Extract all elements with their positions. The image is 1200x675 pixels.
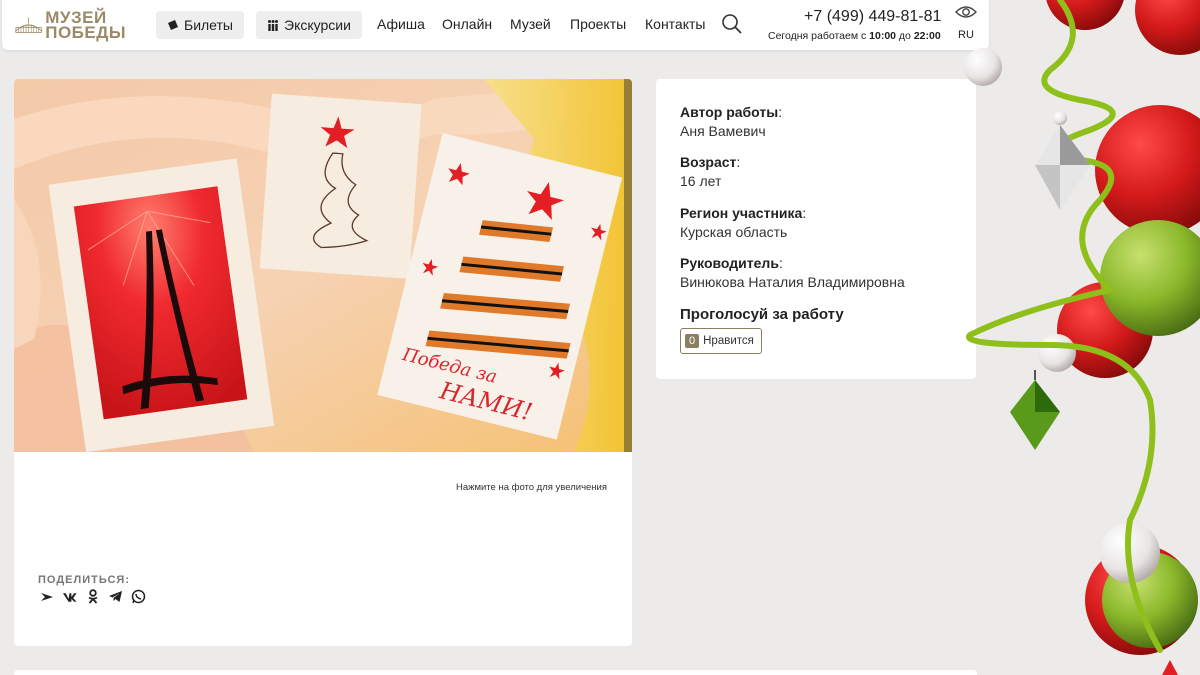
museum-logo[interactable]: МУЗЕЙ ПОБЕДЫ bbox=[14, 7, 126, 43]
hours-to: 22:00 bbox=[913, 30, 941, 42]
artwork-photo[interactable]: Победа за НАМИ! bbox=[14, 79, 632, 452]
site-header: МУЗЕЙ ПОБЕДЫ Билеты Экскурсии Афиша Онла… bbox=[2, 0, 989, 50]
red-ornament-top bbox=[1046, 0, 1124, 30]
excursions-button[interactable]: Экскурсии bbox=[256, 11, 362, 39]
region-field: Регион участника: Курская область bbox=[680, 205, 806, 240]
region-value: Курская область bbox=[680, 224, 788, 240]
artwork-card: Победа за НАМИ! Нажмите на фото для увел… bbox=[14, 79, 632, 646]
ok-icon[interactable] bbox=[85, 589, 100, 604]
share-label: ПОДЕЛИТЬСЯ: bbox=[38, 574, 130, 586]
nav-contacts[interactable]: Контакты bbox=[645, 16, 705, 32]
nav-online[interactable]: Онлайн bbox=[442, 16, 492, 32]
museum-building-icon bbox=[14, 17, 43, 34]
mentor-label-text: Руководитель bbox=[680, 255, 779, 271]
age-label-text: Возраст bbox=[680, 154, 737, 170]
group-people-icon bbox=[268, 20, 278, 31]
next-section-card bbox=[14, 670, 977, 675]
phone-number[interactable]: +7 (499) 449-81-81 bbox=[804, 8, 941, 26]
author-field: Автор работы: Аня Вамевич bbox=[680, 104, 782, 139]
artwork-info-card: Автор работы: Аня Вамевич Возраст: 16 ле… bbox=[656, 79, 976, 379]
author-colon: : bbox=[778, 104, 783, 120]
age-colon: : bbox=[736, 154, 741, 170]
logo-line-2: ПОБЕДЫ bbox=[45, 23, 126, 42]
silver-crystal-ornament bbox=[1035, 125, 1090, 210]
like-label: Нравится bbox=[703, 335, 754, 347]
age-field: Возраст: 16 лет bbox=[680, 154, 740, 189]
vk-icon[interactable] bbox=[62, 589, 77, 604]
share-buttons bbox=[39, 589, 146, 604]
christmas-decoration bbox=[964, 0, 1200, 675]
region-colon: : bbox=[802, 205, 807, 221]
mentor-colon: : bbox=[778, 255, 783, 271]
mentor-value: Винюкова Наталия Владимировна bbox=[680, 274, 905, 290]
telegram-icon[interactable] bbox=[108, 589, 123, 604]
region-label-text: Регион участника bbox=[680, 205, 803, 221]
white-bead bbox=[1053, 111, 1067, 125]
hours-mid: до bbox=[898, 30, 911, 42]
age-label: Возраст: bbox=[680, 154, 740, 170]
author-label-text: Автор работы bbox=[680, 104, 779, 120]
ticket-icon bbox=[168, 20, 178, 30]
excursions-label: Экскурсии bbox=[284, 17, 351, 33]
opening-hours: Сегодня работаем с 10:00 до 22:00 bbox=[768, 30, 941, 42]
author-label: Автор работы: bbox=[680, 104, 782, 120]
photo-zoom-hint: Нажмите на фото для увеличения bbox=[455, 482, 607, 493]
white-ornament-mid bbox=[1038, 334, 1076, 372]
red-ornament-corner bbox=[1135, 0, 1200, 55]
age-value: 16 лет bbox=[680, 173, 722, 189]
likes-count: 0 bbox=[685, 334, 700, 348]
nav-afisha[interactable]: Афиша bbox=[377, 16, 425, 32]
red-crystal-ornament bbox=[1162, 660, 1178, 675]
mentor-label: Руководитель: bbox=[680, 255, 905, 271]
whatsapp-icon[interactable] bbox=[131, 589, 146, 604]
search-icon[interactable] bbox=[721, 13, 743, 35]
nav-museum[interactable]: Музей bbox=[510, 16, 551, 32]
tickets-button[interactable]: Билеты bbox=[156, 11, 244, 39]
region-label: Регион участника: bbox=[680, 205, 806, 221]
yandex-icon[interactable] bbox=[39, 589, 54, 604]
logo-text: МУЗЕЙ ПОБЕДЫ bbox=[45, 9, 126, 42]
author-value: Аня Вамевич bbox=[680, 123, 766, 139]
mentor-field: Руководитель: Винюкова Наталия Владимиро… bbox=[680, 255, 905, 290]
tickets-label: Билеты bbox=[184, 17, 233, 33]
hours-from: 10:00 bbox=[869, 30, 896, 42]
green-crystal-ornament bbox=[1010, 370, 1060, 450]
nav-projects[interactable]: Проекты bbox=[570, 16, 626, 32]
like-button[interactable]: 0 Нравится bbox=[680, 328, 762, 354]
vote-title: Проголосуй за работу bbox=[680, 306, 844, 323]
white-ornament-top bbox=[964, 48, 1002, 86]
hours-prefix: Сегодня работаем с bbox=[768, 30, 867, 42]
